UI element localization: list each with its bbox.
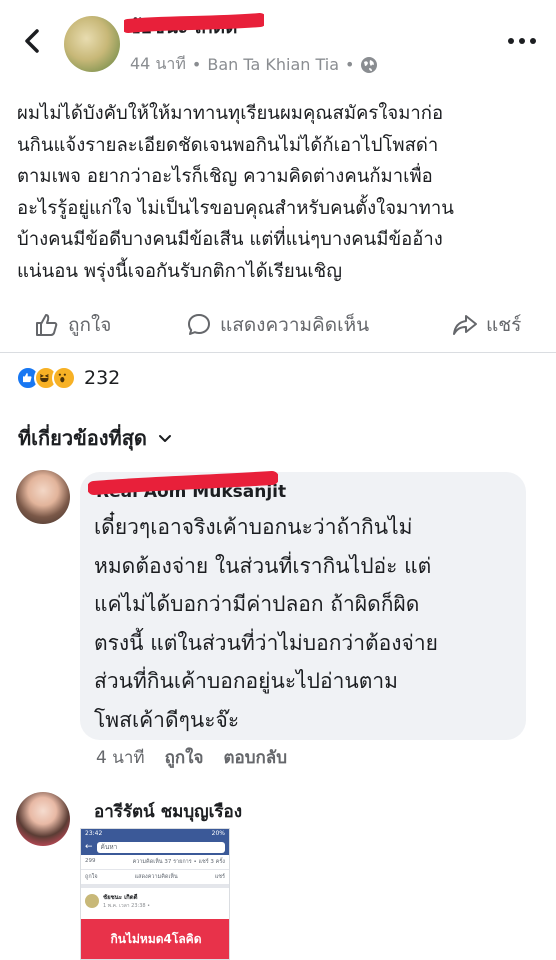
comment-like-button[interactable]: ถูกใจ [165, 744, 204, 771]
post-line: บ้างคนมีข้อดีบางคนมีข้อเสีน แต่ที่แน่ๆบา… [17, 229, 443, 250]
commenter-name[interactable]: อารีรัตน์ ชมบุญเรือง [94, 798, 242, 825]
post-time: 1 พ.ค. เวลา 23:38 • [103, 903, 151, 909]
chevron-down-icon [158, 435, 171, 442]
comment-time: 4 นาที [96, 748, 145, 768]
meta-separator: • [191, 55, 202, 74]
meta-separator: • [345, 55, 355, 74]
post-line: ตามเพจ อยากว่าอะไรก็เชิญ ความคิดต่างคนก้… [17, 166, 433, 187]
post-location[interactable]: Ban Ta Khian Tia [207, 55, 339, 74]
post-time[interactable]: 44 นาที [130, 52, 186, 77]
commenter-avatar[interactable] [16, 470, 70, 524]
share-label: แชร์ [214, 874, 225, 880]
comment-meta: 4 นาที ถูกใจ ตอบกลับ [96, 744, 287, 771]
post-author: ชัยชนะ เกิดดี [103, 894, 138, 901]
like-label: ถูกใจ [68, 314, 112, 336]
avatar [85, 894, 99, 908]
search-input: ค้นหา [96, 841, 225, 853]
globe-icon [361, 56, 378, 73]
like-label: ถูกใจ [85, 874, 98, 880]
post-line: นกินแจ้งรายละเอียดชัดเจนพอกินไม่ได้ก้เอา… [17, 134, 439, 156]
post-line: อะไรรู้อยู่แก่ใจ ไม่เป็นไรขอบคุณสำหรับคน… [17, 197, 454, 219]
back-arrow-icon: ← [85, 842, 93, 852]
status-battery: 20% [211, 830, 225, 837]
comment-text: เดี๋ยวๆเอาจริงเค้าบอกนะว่าถ้ากินไม่ หมดต… [94, 508, 518, 739]
comments-shares: ความคิดเห็น 37 รายการ • แชร์ 3 ครั้ง [132, 859, 225, 865]
comment-line: เดี๋ยวๆเอาจริงเค้าบอกนะว่าถ้ากินไม่ [94, 515, 413, 539]
post-line: ผมไม่ได้บังคับให้ให้มาทานทุเรียนผมคุณสมั… [17, 103, 444, 124]
reactions-summary[interactable]: 232 [16, 366, 120, 390]
redaction-mark [88, 471, 278, 495]
post-body: ผมไม่ได้บังคับให้ให้มาทานทุเรียนผมคุณสมั… [17, 98, 543, 287]
status-bar: 23:42 20% [81, 829, 229, 839]
author-avatar[interactable] [64, 16, 120, 72]
post-actions: ถูกใจ แสดงความคิดเห็น แชร์ [0, 300, 556, 346]
reaction-row: 299 ความคิดเห็น 37 รายการ • แชร์ 3 ครั้ง [81, 855, 229, 870]
more-options-icon[interactable] [508, 38, 536, 46]
banner-text: กินไม่หมด4โลคิด [81, 919, 229, 959]
sort-label: ที่เกี่ยวข้องที่สุด [18, 426, 147, 450]
search-bar: ← ค้นหา [81, 839, 229, 855]
comment-line: ตรงนี้ แต่ในส่วนที่ว่าไม่บอกว่าต้องจ่าย [94, 630, 438, 655]
action-row: ถูกใจ แสดงความคิดเห็น แชร์ [81, 870, 229, 888]
post-line: แน่นอน พรุ่งนี้เจอกันรับกติกาได้เรียนเชิ… [17, 260, 342, 282]
comment-label: แสดงความคิดเห็น [220, 314, 370, 336]
comment-line: หมดต้องจ่าย ในส่วนที่เรากินไปอ่ะ แต่ [94, 553, 432, 578]
comment-reply-button[interactable]: ตอบกลับ [223, 744, 287, 771]
reaction-count: 299 [85, 858, 96, 864]
share-arrow-icon [453, 315, 477, 335]
comment-line: แค่ไม่ได้บอกว่ามีค่าปลอก ถ้าผิดก็ผิด [94, 592, 420, 616]
divider [0, 352, 556, 353]
post-meta: 44 นาที • Ban Ta Khian Tia • [130, 52, 378, 77]
attached-screenshot[interactable]: 23:42 20% ← ค้นหา 299 ความคิดเห็น 37 ราย… [80, 828, 230, 960]
commenter-avatar[interactable] [16, 792, 70, 846]
redaction-mark [124, 13, 264, 33]
wow-icon [52, 366, 76, 390]
comment-sort-dropdown[interactable]: ที่เกี่ยวข้องที่สุด [18, 422, 173, 454]
share-label: แชร์ [486, 314, 522, 336]
comment-bubble-icon [188, 314, 210, 335]
comment-label: แสดงความคิดเห็น [134, 874, 178, 880]
like-button[interactable]: ถูกใจ [34, 310, 111, 340]
comment-line: ส่วนที่กินเค้าบอกอยู่นะไปอ่านตาม [94, 669, 399, 693]
back-arrow-icon[interactable] [18, 26, 48, 56]
thumbs-up-icon [36, 314, 58, 336]
post-header: ชัยชนะ เกิดดี 44 นาที • Ban Ta Khian Tia… [0, 0, 556, 88]
reaction-count: 232 [84, 367, 121, 389]
comment-line: โพสเค้าดีๆนะจ๊ะ [94, 707, 240, 732]
embedded-post-header: ชัยชนะ เกิดดี 1 พ.ค. เวลา 23:38 • [81, 888, 229, 914]
comment-button[interactable]: แสดงความคิดเห็น [186, 310, 369, 340]
status-time: 23:42 [85, 830, 103, 837]
share-button[interactable]: แชร์ [452, 310, 521, 340]
